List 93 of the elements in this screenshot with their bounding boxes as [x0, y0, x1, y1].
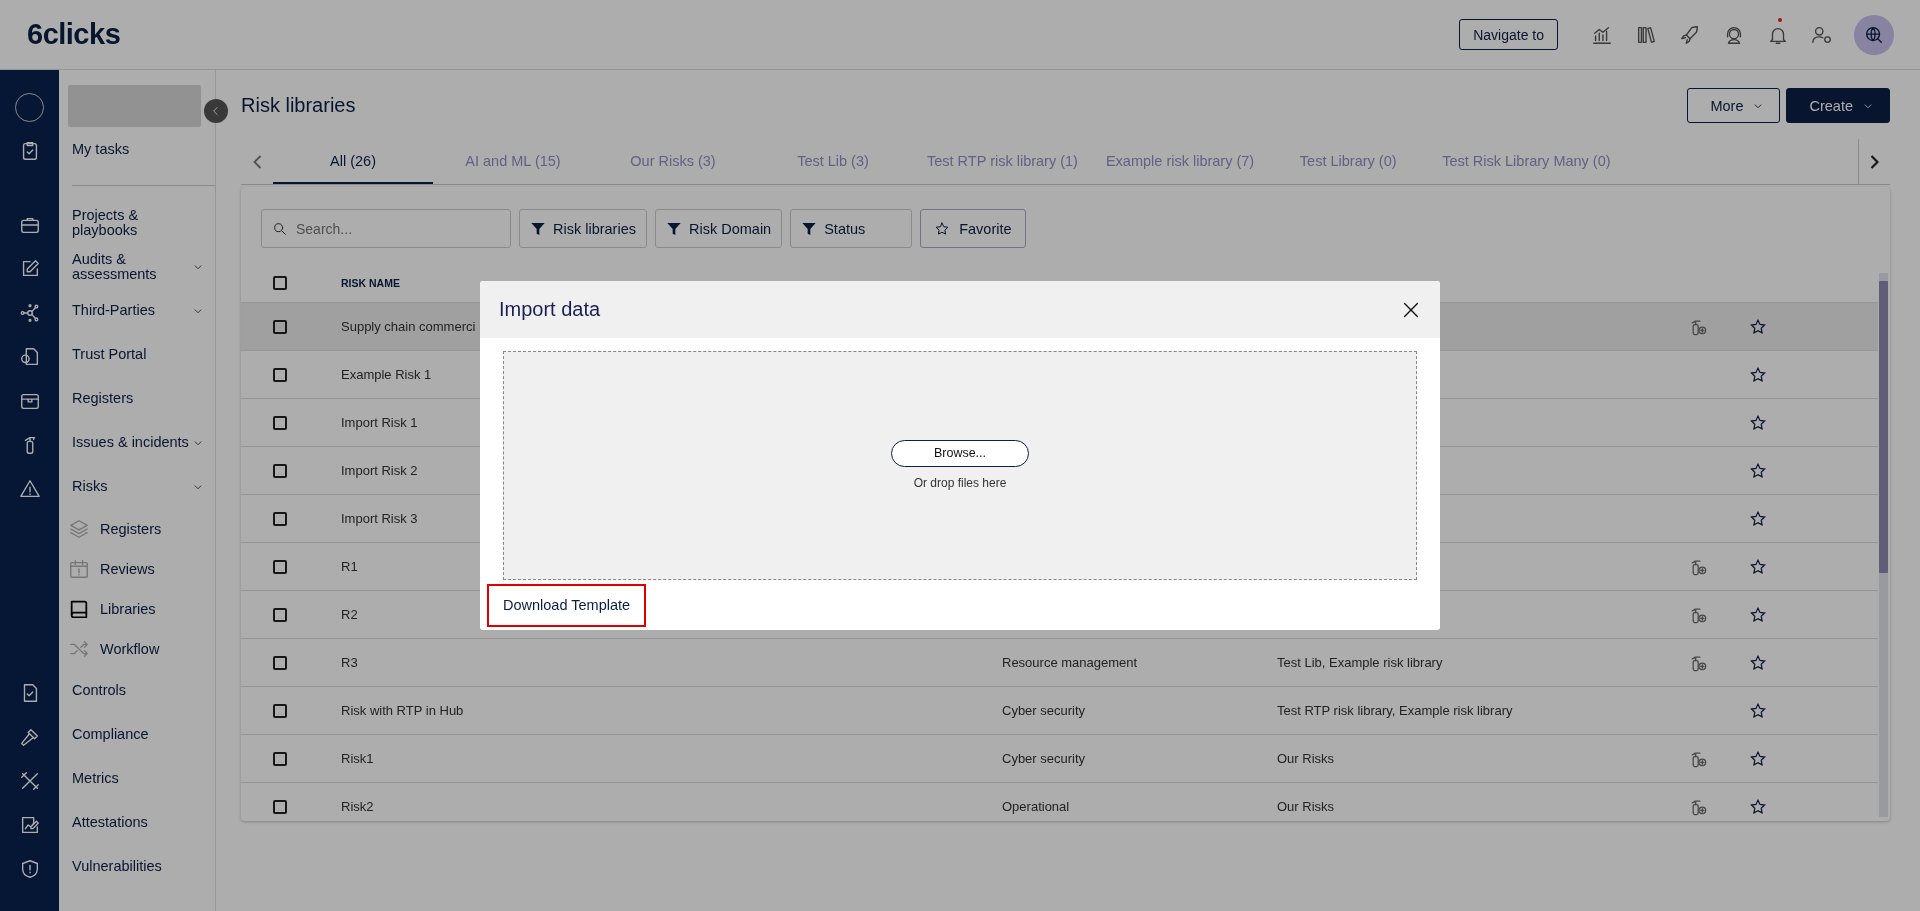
- nav-subitem[interactable]: Libraries: [100, 601, 156, 617]
- row-checkbox[interactable]: [273, 415, 287, 430]
- nav-item[interactable]: Controls: [72, 683, 126, 699]
- star-icon[interactable]: [1749, 509, 1767, 528]
- nav-item[interactable]: Risks: [72, 479, 108, 495]
- star-icon[interactable]: [1749, 701, 1767, 720]
- table-cell: Cyber security: [1002, 751, 1086, 766]
- star-icon[interactable]: [1749, 365, 1767, 384]
- search-icon: [272, 220, 288, 237]
- star-icon[interactable]: [1749, 317, 1767, 336]
- favorite-button[interactable]: Favorite: [920, 209, 1026, 248]
- nav-item[interactable]: Trust Portal: [72, 347, 147, 363]
- filter-button[interactable]: Risk Domain: [655, 209, 783, 248]
- table-cell: Risk1: [341, 751, 374, 766]
- collapse-button[interactable]: [204, 99, 228, 123]
- nav-item[interactable]: Third-Parties: [72, 303, 155, 319]
- nav-item[interactable]: Attestations: [72, 815, 148, 831]
- table-cell: Risk2: [341, 799, 374, 814]
- nav-item[interactable]: Issues & incidents: [72, 435, 189, 451]
- filter-icon: [666, 220, 682, 237]
- page-title: Risk libraries: [241, 94, 356, 117]
- table-cell: Import Risk 2: [341, 463, 418, 478]
- search-input[interactable]: Search...: [296, 213, 500, 244]
- create-button[interactable]: Create: [1786, 88, 1890, 123]
- chevron-left-icon: [252, 154, 262, 169]
- rocket-icon[interactable]: [1679, 23, 1701, 46]
- nav-item[interactable]: Vulnerabilities: [72, 859, 162, 875]
- table-cell: Risk with RTP in Hub: [341, 703, 464, 718]
- star-icon[interactable]: [1749, 461, 1767, 480]
- tab[interactable]: All (26): [273, 139, 433, 184]
- chevron-right-icon: [1870, 154, 1879, 169]
- warning-icon[interactable]: [18, 478, 41, 500]
- table-cell: Import Risk 1: [341, 415, 418, 430]
- network-icon[interactable]: [18, 302, 41, 324]
- hammer-icon[interactable]: [18, 726, 41, 748]
- star-icon[interactable]: [1749, 557, 1767, 576]
- logo[interactable]: 6clicks: [27, 18, 121, 51]
- scrollbar[interactable]: [1879, 273, 1888, 817]
- dialog-title: Import data: [499, 298, 601, 321]
- table-cell: Supply chain commerci: [341, 319, 476, 334]
- file-drop-zone[interactable]: Browse... Or drop files here: [503, 351, 1417, 580]
- select-all-checkbox[interactable]: [273, 275, 287, 290]
- nav-subitem[interactable]: Workflow: [100, 641, 160, 657]
- nav-item[interactable]: Compliance: [72, 727, 149, 743]
- table-cell: Operational: [1002, 799, 1070, 814]
- filter-icon: [530, 220, 546, 237]
- row-checkbox[interactable]: [273, 511, 287, 526]
- table-cell: Import Risk 3: [341, 511, 418, 526]
- table-cell: Test Lib, Example risk library: [1277, 655, 1443, 670]
- nav-item[interactable]: Registers: [72, 391, 134, 407]
- table-cell: Example Risk 1: [341, 367, 432, 382]
- table-cell: R2: [341, 607, 358, 622]
- row-checkbox[interactable]: [273, 319, 287, 334]
- table-cell: Our Risks: [1277, 751, 1335, 766]
- row-checkbox[interactable]: [273, 799, 287, 814]
- avatar[interactable]: [15, 92, 44, 122]
- download-template-link[interactable]: Download Template: [487, 584, 647, 627]
- nav-subitem[interactable]: Reviews: [100, 561, 155, 577]
- nav-subitem[interactable]: Registers: [100, 521, 162, 537]
- nav-item[interactable]: Audits & assessments: [72, 251, 191, 283]
- row-checkbox[interactable]: [273, 655, 287, 670]
- table-cell: Our Risks: [1277, 799, 1335, 814]
- filter-button[interactable]: Risk libraries: [519, 209, 647, 248]
- row-checkbox[interactable]: [273, 607, 287, 622]
- nav-item[interactable]: Metrics: [72, 771, 119, 787]
- table-cell: Resource management: [1002, 655, 1138, 670]
- row-checkbox[interactable]: [273, 367, 287, 382]
- table-cell: Cyber security: [1002, 703, 1086, 718]
- star-icon[interactable]: [1749, 413, 1767, 432]
- filter-icon: [801, 220, 818, 237]
- nav-item[interactable]: Projects & playbooks: [72, 207, 200, 239]
- more-button[interactable]: More: [1687, 88, 1781, 123]
- nav-item[interactable]: My tasks: [72, 140, 130, 157]
- table-cell: R3: [341, 655, 358, 670]
- document-chat-icon[interactable]: [18, 346, 41, 368]
- star-icon[interactable]: [1749, 797, 1767, 816]
- search-field[interactable]: Search...: [261, 209, 511, 248]
- table-cell: R1: [341, 559, 358, 574]
- star-icon[interactable]: [1749, 749, 1767, 768]
- drop-hint: Or drop files here: [913, 475, 1007, 490]
- browse-button[interactable]: Browse...: [891, 439, 1029, 467]
- row-checkbox[interactable]: [273, 463, 287, 478]
- row-checkbox[interactable]: [273, 703, 287, 718]
- star-icon[interactable]: [1749, 605, 1767, 624]
- star-icon[interactable]: [1749, 653, 1767, 672]
- table-cell: Test RTP risk library, Example risk library: [1277, 703, 1513, 718]
- row-checkbox[interactable]: [273, 559, 287, 574]
- star-icon: [934, 220, 951, 237]
- tools-icon[interactable]: [18, 770, 41, 792]
- avatar[interactable]: [1854, 14, 1894, 55]
- row-checkbox[interactable]: [273, 751, 287, 766]
- filter-button[interactable]: Status: [790, 209, 913, 248]
- navigate-button[interactable]: Navigate to: [1459, 19, 1558, 50]
